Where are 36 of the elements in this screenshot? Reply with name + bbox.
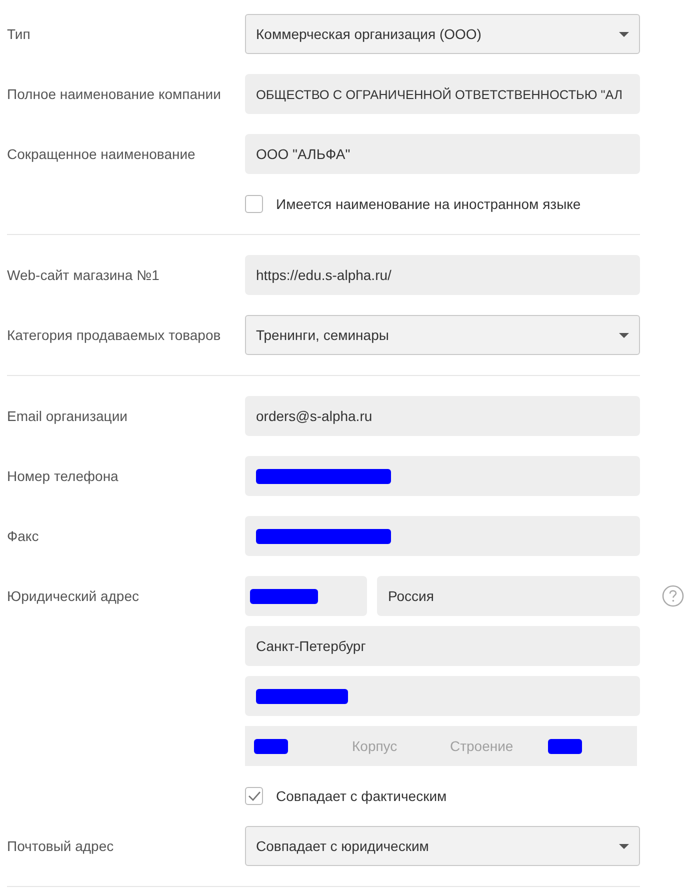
caret-icon — [619, 844, 629, 848]
field-label: Полное наименование компании — [7, 85, 222, 104]
text-field[interactable] — [245, 456, 640, 496]
checkmark-icon — [248, 791, 260, 801]
field-label: Email организации — [7, 407, 128, 426]
redaction-mark — [254, 738, 288, 754]
redaction-mark — [548, 738, 582, 754]
text-field[interactable]: Санкт-Петербург — [245, 626, 640, 666]
checkbox[interactable] — [245, 195, 263, 213]
text-field[interactable]: Россия — [377, 576, 640, 616]
text-field[interactable] — [245, 676, 640, 716]
dropdown[interactable]: Совпадает с юридическим — [245, 826, 640, 866]
field-label: Сокращенное наименование — [7, 145, 196, 164]
field-label: Web-сайт магазина №1 — [7, 266, 160, 285]
redaction-mark — [250, 588, 318, 604]
checkbox-label[interactable]: Имеется наименование на иностранном языке — [276, 196, 581, 212]
field-label: Номер телефона — [7, 467, 120, 486]
text-field[interactable]: orders@s-alpha.ru — [245, 396, 640, 436]
caret-icon — [619, 332, 629, 338]
text-field[interactable]: https://edu.s-alpha.ru/ — [245, 255, 640, 295]
dropdown[interactable]: Тренинги, семинары — [245, 315, 640, 355]
field-label: Факс — [7, 527, 40, 546]
text-field[interactable]: ОБЩЕСТВО С ОГРАНИЧЕННОЙ ОТВЕТСТВЕННОСТЬЮ "АЛ — [245, 74, 640, 114]
text-field[interactable] — [245, 726, 343, 766]
field-label: Почтовый адрес — [7, 837, 115, 856]
checkbox-label[interactable]: Совпадает с фактическим — [276, 788, 447, 804]
text-field[interactable]: ООО "АЛЬФА" — [245, 134, 640, 174]
caret-icon — [619, 32, 629, 36]
field-label: Юридический адрес — [7, 587, 140, 606]
checkbox[interactable] — [245, 787, 263, 805]
text-field[interactable] — [245, 516, 640, 556]
text-field[interactable] — [539, 726, 637, 766]
text-field[interactable] — [245, 576, 367, 616]
field-label: Категория продаваемых товаров — [7, 326, 222, 345]
field-label: Тип — [7, 25, 32, 44]
dropdown[interactable]: Коммерческая организация (ООО) — [245, 14, 640, 54]
